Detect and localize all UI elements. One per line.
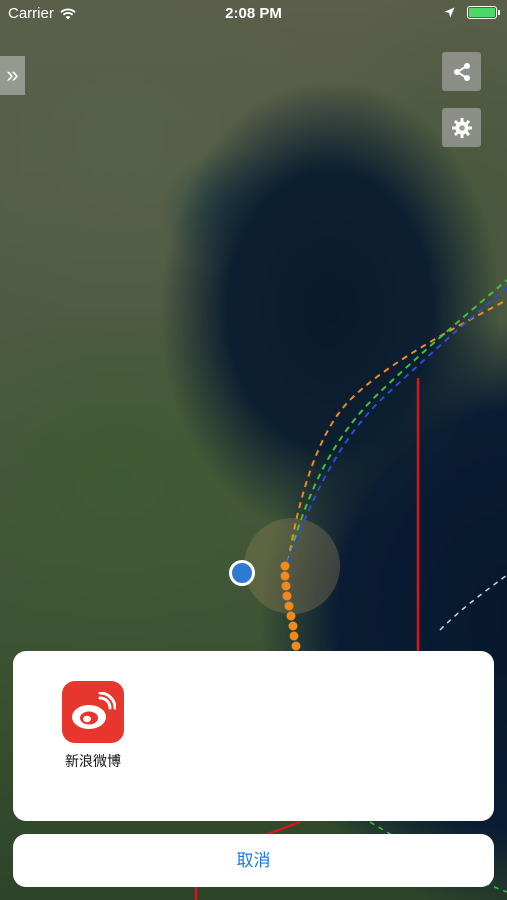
share-item-weibo[interactable]: 新浪微博 — [53, 681, 133, 771]
forecast-track-orange — [287, 299, 507, 563]
share-icon — [453, 62, 470, 81]
forecast-track-blue — [287, 287, 507, 563]
current-location-dot — [229, 560, 255, 586]
cancel-button[interactable]: 取消 — [13, 834, 494, 887]
battery-icon — [467, 6, 500, 19]
gear-icon — [451, 117, 472, 138]
share-button[interactable] — [442, 52, 481, 91]
status-right — [444, 6, 500, 19]
forecast-track-white — [439, 574, 507, 631]
settings-button[interactable] — [442, 108, 481, 147]
status-time: 2:08 PM — [225, 5, 282, 22]
warning-line-diagonal — [267, 820, 301, 836]
weibo-icon — [62, 681, 124, 743]
battery-level — [469, 8, 495, 17]
share-item-label: 新浪微博 — [65, 753, 121, 769]
typhoon-impact-circle — [244, 518, 340, 614]
double-chevron-right-icon: » — [6, 62, 19, 87]
side-panel-toggle[interactable]: » — [0, 56, 25, 95]
forecast-track-green — [287, 279, 507, 563]
share-sheet: 新浪微博 — [13, 651, 494, 821]
status-bar: Carrier 2:08 PM — [0, 0, 507, 28]
location-arrow-icon — [444, 7, 455, 18]
weibo-logo — [72, 692, 116, 729]
